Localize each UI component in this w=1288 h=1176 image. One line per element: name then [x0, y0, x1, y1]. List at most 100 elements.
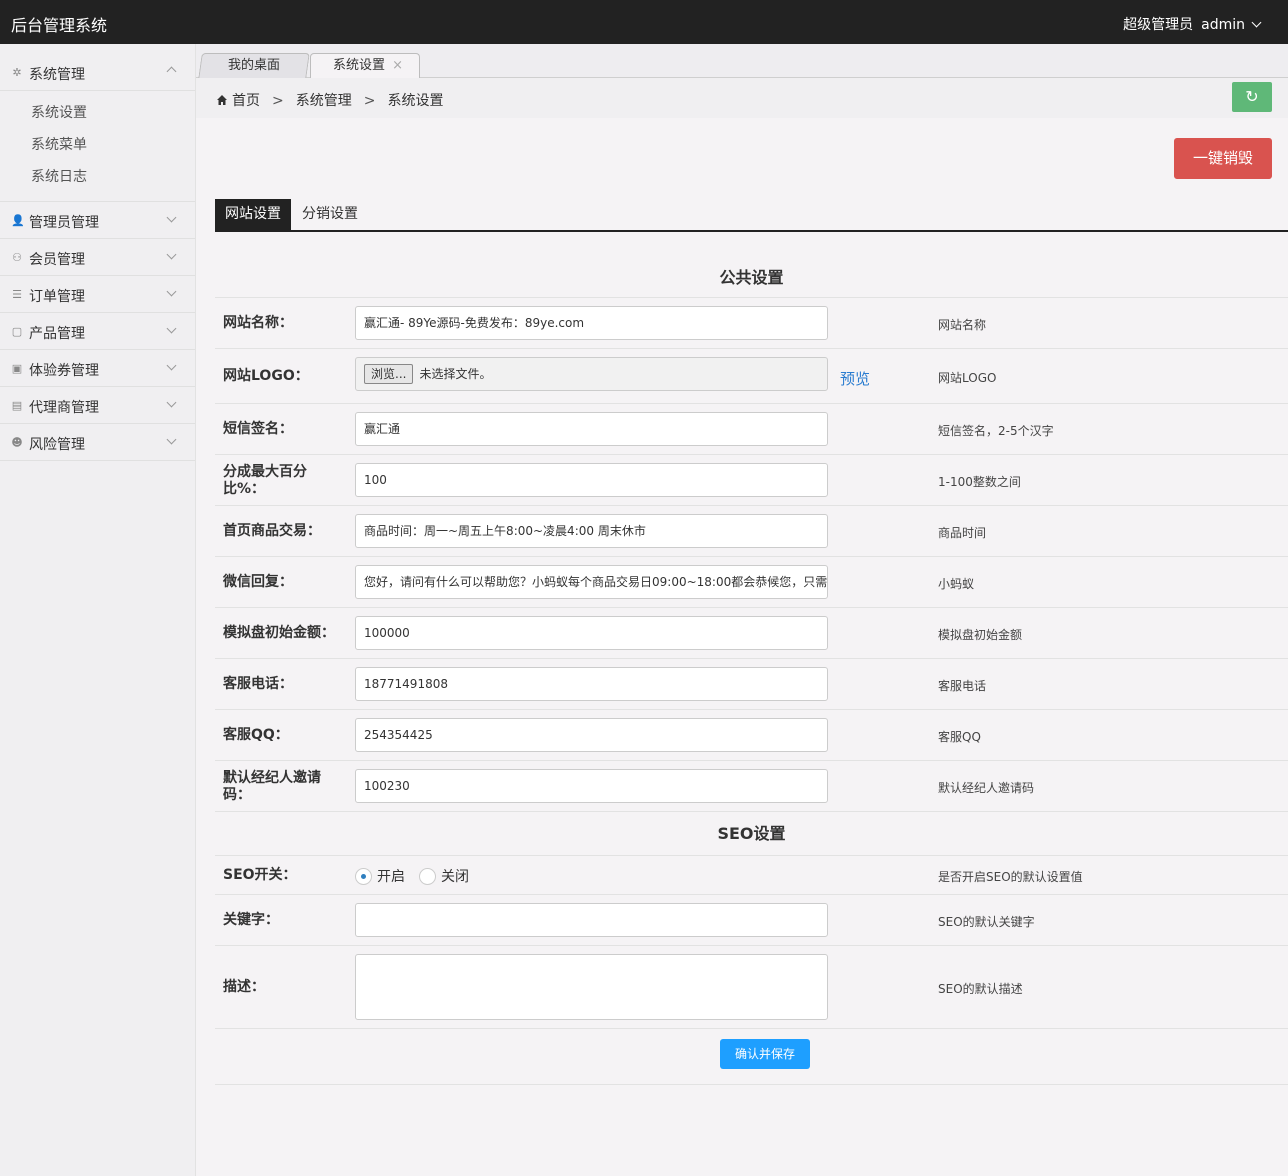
field-description: 是否开启SEO的默认设置值 [938, 870, 1083, 884]
form-row-seo-keywords: 关键字： SEO的默认关键字 [215, 895, 1288, 946]
field-description: 客服电话 [938, 679, 987, 693]
field-description: 网站名称 [938, 318, 987, 332]
seo-keywords-input[interactable] [355, 903, 828, 937]
tab-distribution-settings[interactable]: 分销设置 [292, 199, 368, 230]
sidebar-menu-admin[interactable]: 👤 管理员管理 [0, 202, 195, 239]
field-label: SEO开关： [223, 867, 297, 883]
seo-off-radio[interactable] [419, 867, 436, 885]
sidebar: ✲ 系统管理 系统设置 系统菜单 系统日志 👤 管理员管理 ⚇ 会员管理 ☰ 订… [0, 44, 196, 1176]
service-qq-input[interactable]: 254354425 [355, 718, 828, 752]
preview-link[interactable]: 预览 [840, 368, 870, 389]
settings-tabs: 网站设置 分销设置 [215, 199, 1288, 232]
breadcrumb: 首页 > 系统管理 > 系统设置 [216, 90, 443, 110]
sidebar-menu-member[interactable]: ⚇ 会员管理 [0, 239, 195, 276]
breadcrumb-system-management[interactable]: 系统管理 [296, 93, 352, 109]
max-percentage-input[interactable]: 100 [355, 463, 828, 497]
bag-icon: ▢ [11, 325, 23, 338]
field-label: 微信回复： [223, 574, 293, 590]
sidebar-menu-label: 会员管理 [29, 252, 85, 268]
sidebar-menu-agent[interactable]: ▤ 代理商管理 [0, 387, 195, 424]
chevron-up-icon [166, 66, 177, 77]
form-row-invite-code: 默认经纪人邀请码： 100230 默认经纪人邀请码 [215, 761, 1288, 812]
sidebar-menu-order[interactable]: ☰ 订单管理 [0, 276, 195, 313]
tab-desktop[interactable]: 我的桌面 [198, 53, 310, 79]
field-label: 分成最大百分比%： [223, 464, 307, 497]
field-label: 首页商品交易： [223, 523, 321, 539]
username: admin [1201, 17, 1245, 33]
sidebar-item-system-log[interactable]: 系统日志 [0, 161, 195, 193]
user-role: 超级管理员 [1123, 17, 1194, 33]
sidebar-menu-risk[interactable]: ☻ 风险管理 [0, 424, 195, 461]
field-label: 客服电话： [223, 676, 293, 692]
destroy-button[interactable]: 一键销毁 [1174, 138, 1272, 179]
field-label: 模拟盘初始金额： [223, 625, 335, 641]
field-description: 短信签名，2-5个汉字 [938, 424, 1054, 438]
field-label: 描述： [223, 979, 265, 995]
chevron-down-icon [166, 360, 177, 371]
sidebar-menu-coupon[interactable]: ▣ 体验券管理 [0, 350, 195, 387]
trading-hours-input[interactable]: 商品时间：周一~周五上午8:00~凌晨4:00 周末休市 [355, 514, 828, 548]
form-row-seo-description: 描述： SEO的默认描述 [215, 946, 1288, 1029]
form-row-demo-balance: 模拟盘初始金额： 100000 模拟盘初始金额 [215, 608, 1288, 659]
breadcrumb-separator: > [272, 93, 284, 109]
tab-website-settings[interactable]: 网站设置 [215, 199, 291, 230]
breadcrumb-separator: > [363, 93, 376, 109]
field-description: 客服QQ [938, 730, 981, 744]
seo-description-textarea[interactable] [355, 954, 828, 1020]
site-name-input[interactable]: 赢汇通- 89Ye源码-免费发布：89ye.com [355, 306, 828, 340]
close-icon[interactable]: × [392, 54, 403, 78]
sidebar-submenu: 系统设置 系统菜单 系统日志 [0, 91, 195, 202]
field-label: 短信签名： [223, 421, 293, 437]
field-description: 模拟盘初始金额 [938, 628, 1023, 642]
agent-icon: ▤ [11, 399, 23, 412]
sidebar-menu-label: 产品管理 [29, 326, 85, 342]
invite-code-input[interactable]: 100230 [355, 769, 828, 803]
chevron-down-icon [166, 286, 177, 297]
chevron-down-icon [166, 212, 177, 223]
breadcrumb-current: 系统设置 [387, 93, 444, 109]
service-phone-input[interactable]: 18771491808 [355, 667, 828, 701]
top-bar: 后台管理系统 超级管理员 admin [0, 0, 1288, 44]
chevron-down-icon [166, 249, 177, 260]
wechat-reply-input[interactable]: 您好，请问有什么可以帮助您？小蚂蚁每个商品交易日09:00~18:00都会恭候您… [355, 565, 828, 599]
field-label: 网站名称： [223, 315, 293, 331]
section-title-public: 公共设置 [215, 258, 1288, 298]
form-row-service-qq: 客服QQ： 254354425 客服QQ [215, 710, 1288, 761]
sidebar-menu-label: 管理员管理 [29, 215, 99, 231]
sidebar-menu-label: 代理商管理 [29, 400, 99, 416]
chevron-down-icon [166, 323, 177, 334]
seo-on-radio[interactable] [355, 867, 372, 885]
logo-file-input[interactable]: 浏览... 未选择文件。 [355, 357, 828, 391]
refresh-icon: ↻ [1245, 87, 1259, 106]
refresh-button[interactable]: ↻ [1232, 82, 1272, 112]
sms-signature-input[interactable]: 赢汇通 [355, 412, 828, 446]
sidebar-menu-system[interactable]: ✲ 系统管理 [0, 44, 195, 91]
breadcrumb-home[interactable]: 首页 [232, 93, 260, 109]
user-menu[interactable]: 超级管理员 admin [1123, 14, 1262, 34]
field-label: 客服QQ： [223, 727, 289, 743]
chevron-down-icon [1251, 17, 1262, 28]
tab-label: 我的桌面 [227, 58, 280, 73]
save-button[interactable]: 确认并保存 [720, 1039, 810, 1069]
image-icon: ▣ [11, 362, 23, 375]
sidebar-menu-product[interactable]: ▢ 产品管理 [0, 313, 195, 350]
field-label: 默认经纪人邀请码： [223, 770, 321, 803]
field-description: 网站LOGO [938, 371, 997, 385]
tab-label: 系统设置 [333, 58, 386, 73]
form-row-site-logo: 网站LOGO： 浏览... 未选择文件。 预览 网站LOGO [215, 349, 1288, 404]
field-description: 小蚂蚁 [938, 577, 975, 591]
form-row-service-phone: 客服电话： 18771491808 客服电话 [215, 659, 1288, 710]
demo-balance-input[interactable]: 100000 [355, 616, 828, 650]
form-row-seo-switch: SEO开关： 开启 关闭 是否开启SEO的默认设置值 [215, 856, 1288, 895]
user-icon: 👤 [11, 214, 25, 227]
tab-system-settings[interactable]: 系统设置 × [310, 53, 420, 80]
form-row-sms-signature: 短信签名： 赢汇通 短信签名，2-5个汉字 [215, 404, 1288, 455]
field-description: SEO的默认描述 [938, 982, 1023, 996]
browse-button[interactable]: 浏览... [364, 364, 414, 384]
breadcrumb-bar: 首页 > 系统管理 > 系统设置 ↻ [196, 78, 1288, 118]
radio-label: 开启 [377, 869, 405, 885]
chevron-down-icon [166, 397, 177, 408]
radio-label: 关闭 [441, 869, 469, 885]
sidebar-item-system-settings[interactable]: 系统设置 [0, 97, 195, 129]
sidebar-item-system-menu[interactable]: 系统菜单 [0, 129, 195, 161]
